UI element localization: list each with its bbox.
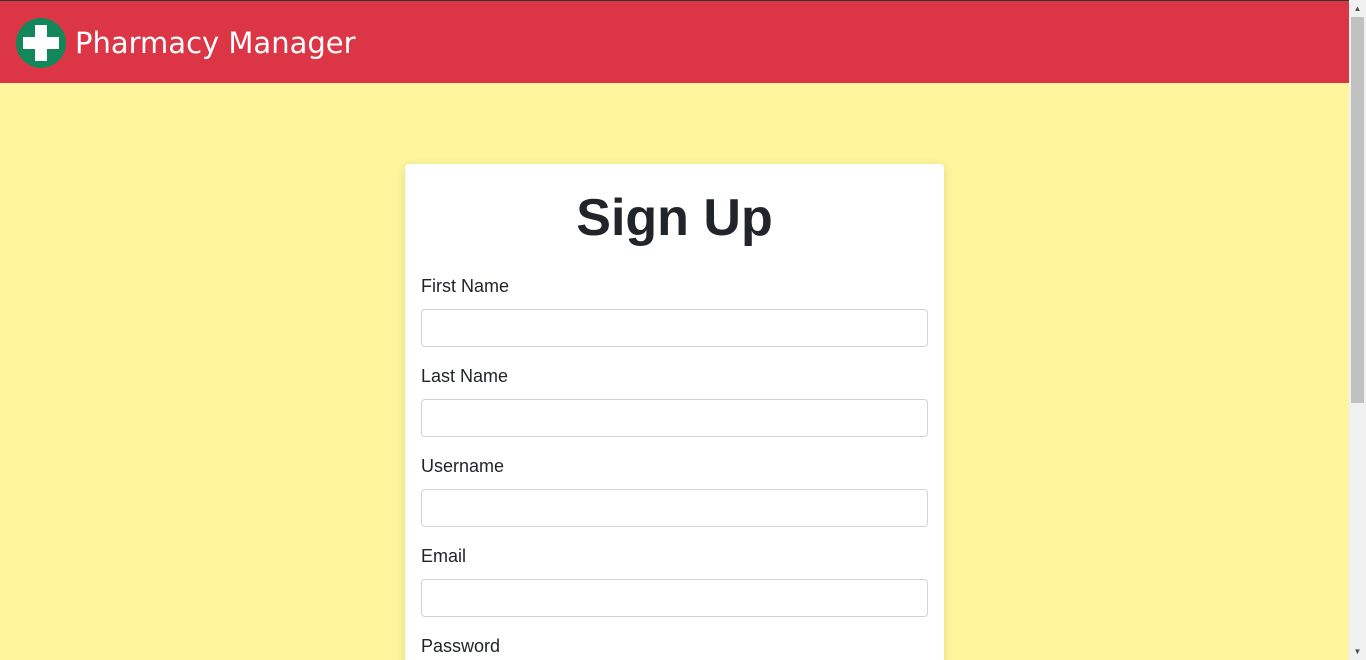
email-input[interactable]	[421, 579, 928, 617]
last-name-input[interactable]	[421, 399, 928, 437]
scrollbar-thumb[interactable]	[1351, 17, 1364, 403]
scroll-up-arrow-icon[interactable]: ▲	[1349, 0, 1366, 17]
username-input[interactable]	[421, 489, 928, 527]
brand-title[interactable]: Pharmacy Manager	[75, 22, 356, 64]
first-name-label: First Name	[421, 276, 510, 296]
first-name-input[interactable]	[421, 309, 928, 347]
last-name-label: Last Name	[421, 366, 509, 386]
password-label: Password	[421, 636, 501, 656]
page-title: Sign Up	[576, 189, 773, 247]
email-label: Email	[421, 546, 467, 566]
navbar: Pharmacy Manager	[0, 0, 1349, 83]
vertical-scrollbar[interactable]: ▲ ▼	[1349, 0, 1366, 660]
username-label: Username	[421, 456, 505, 476]
scroll-down-arrow-icon[interactable]: ▼	[1349, 643, 1366, 660]
signup-card: Sign Up First Name Last Name Username Em…	[405, 164, 944, 660]
pharmacy-cross-icon[interactable]	[16, 18, 66, 68]
